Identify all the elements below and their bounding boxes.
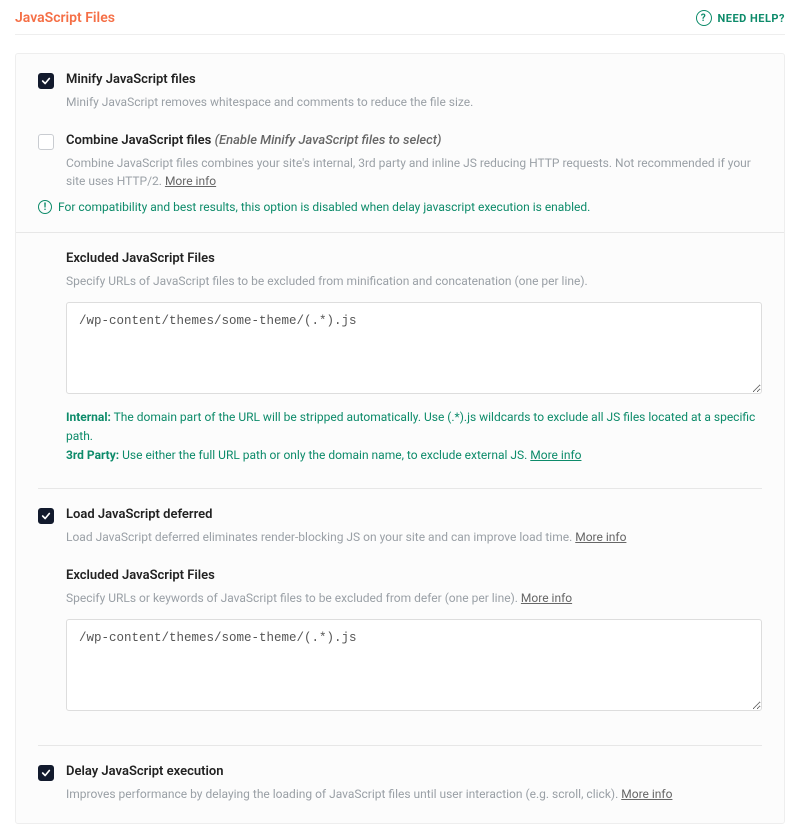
excluded-defer-title: Excluded JavaScript Files — [66, 568, 762, 583]
excluded-minify-more-info[interactable]: More info — [530, 448, 581, 462]
excluded-minify-textarea[interactable] — [66, 302, 762, 394]
option-delay: Delay JavaScript execution Improves perf… — [16, 746, 784, 803]
excluded-minify-desc: Specify URLs of JavaScript files to be e… — [66, 272, 762, 290]
help-icon: ? — [696, 10, 712, 26]
delay-more-info[interactable]: More info — [621, 787, 672, 801]
minify-label: Minify JavaScript files — [66, 72, 762, 87]
option-defer: Load JavaScript deferred Load JavaScript… — [16, 489, 784, 546]
minify-desc: Minify JavaScript removes whitespace and… — [66, 93, 762, 111]
excluded-defer-section: Excluded JavaScript Files Specify URLs o… — [16, 546, 784, 715]
settings-panel: Minify JavaScript files Minify JavaScrip… — [15, 53, 785, 824]
combine-dependency: (Enable Minify JavaScript files to selec… — [215, 133, 442, 148]
combine-label: Combine JavaScript files (Enable Minify … — [66, 133, 762, 148]
page-title: JavaScript Files — [15, 10, 115, 26]
delay-desc: Improves performance by delaying the loa… — [66, 785, 762, 803]
combine-desc: Combine JavaScript files combines your s… — [66, 154, 762, 190]
need-help-link[interactable]: ? NEED HELP? — [696, 10, 786, 26]
defer-more-info[interactable]: More info — [575, 530, 626, 544]
defer-desc: Load JavaScript deferred eliminates rend… — [66, 528, 762, 546]
excluded-minify-hint: Internal: The domain part of the URL wil… — [66, 408, 762, 466]
check-icon — [41, 511, 51, 521]
page-header: JavaScript Files ? NEED HELP? — [15, 10, 785, 35]
defer-label: Load JavaScript deferred — [66, 507, 762, 522]
excluded-minify-title: Excluded JavaScript Files — [66, 251, 762, 266]
minify-checkbox[interactable] — [38, 73, 54, 89]
option-minify: Minify JavaScript files Minify JavaScrip… — [16, 54, 784, 111]
combine-checkbox[interactable] — [38, 134, 54, 150]
excluded-defer-more-info[interactable]: More info — [521, 591, 572, 605]
combine-warning: ! For compatibility and best results, th… — [38, 200, 762, 214]
option-combine: Combine JavaScript files (Enable Minify … — [16, 111, 784, 214]
check-icon — [41, 768, 51, 778]
defer-checkbox[interactable] — [38, 508, 54, 524]
info-icon: ! — [38, 200, 52, 214]
excluded-defer-desc: Specify URLs or keywords of JavaScript f… — [66, 589, 762, 607]
delay-checkbox[interactable] — [38, 765, 54, 781]
excluded-minify-section: Excluded JavaScript Files Specify URLs o… — [16, 233, 784, 466]
combine-more-info[interactable]: More info — [165, 174, 216, 188]
excluded-defer-textarea[interactable] — [66, 619, 762, 711]
delay-label: Delay JavaScript execution — [66, 764, 762, 779]
check-icon — [41, 76, 51, 86]
settings-page: JavaScript Files ? NEED HELP? Minify Jav… — [0, 0, 800, 834]
need-help-label: NEED HELP? — [718, 12, 786, 25]
